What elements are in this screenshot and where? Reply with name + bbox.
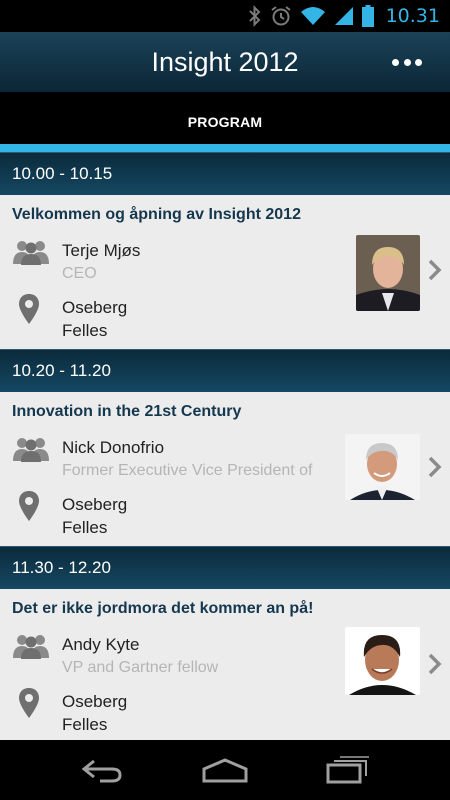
track-name: Felles [62,518,108,537]
signal-icon [334,7,353,25]
overflow-menu-icon [392,58,399,66]
session-item[interactable]: Det er ikke jordmora det kommer an på! A… [0,589,450,740]
home-icon [202,758,248,783]
session-title: Velkommen og åpning av Insight 2012 [12,206,301,223]
status-time: 10.31 [385,5,440,27]
session-location: Oseberg Felles [62,493,127,539]
chevron-right-icon [428,259,442,281]
navigation-bar [0,740,450,800]
speaker-photo [345,434,420,500]
room-name: Oseberg [62,692,128,711]
room-name: Oseberg [62,495,128,514]
session-item[interactable]: Innovation in the 21st Century Nick Dono… [0,392,450,546]
home-button[interactable] [199,754,251,786]
speakers-icon [13,635,49,659]
chevron-right-icon [428,456,442,478]
wifi-icon [300,7,325,25]
tab-indicator [0,144,450,152]
time-slot-header: 10.00 - 10.15 [0,152,450,195]
track-name: Felles [62,321,108,340]
app-title: Insight 2012 [151,46,299,77]
speaker-role: VP and Gartner fellow [62,659,219,676]
session-title: Innovation in the 21st Century [12,403,242,420]
speaker-photo [345,627,420,695]
time-slot-header: 10.20 - 11.20 [0,349,450,392]
time-slot-label: 10.00 - 10.15 [12,164,113,183]
back-icon [81,759,122,783]
tab-bar: PROGRAM [0,92,450,152]
speaker-role: CEO [62,265,97,282]
session-location: Oseberg Felles [62,690,127,736]
speaker-name: Nick Donofrio [62,438,165,457]
session-item[interactable]: Velkommen og åpning av Insight 2012 Terj… [0,195,450,349]
battery-icon [361,5,374,27]
overflow-menu-button[interactable] [392,50,422,74]
location-pin-icon [19,294,39,324]
tab-program[interactable]: PROGRAM [0,114,450,130]
speaker-name: Andy Kyte [62,635,140,654]
speaker-name: Terje Mjøs [62,241,141,260]
time-slot-label: 10.20 - 11.20 [12,361,111,380]
alarm-icon [270,6,291,26]
session-location: Oseberg Felles [62,296,127,342]
location-pin-icon [19,491,39,521]
app-bar: Insight 2012 [0,32,450,92]
back-button[interactable] [76,754,128,786]
room-name: Oseberg [62,298,128,317]
bluetooth-icon [248,5,261,27]
session-title: Det er ikke jordmora det kommer an på! [12,600,314,617]
speakers-icon [13,241,49,265]
speaker-role: Former Executive Vice President of [62,462,313,479]
time-slot-label: 11.30 - 12.20 [12,558,111,577]
chevron-right-icon [428,653,442,675]
speaker-photo [356,235,420,311]
speakers-icon [13,438,49,462]
track-name: Felles [62,715,108,734]
recent-apps-button[interactable] [322,754,374,786]
recent-apps-icon [326,756,370,784]
time-slot-header: 11.30 - 12.20 [0,546,450,589]
location-pin-icon [19,688,39,718]
program-list[interactable]: 10.00 - 10.15 Velkommen og åpning av Ins… [0,152,450,740]
status-bar: 10.31 [0,0,450,32]
